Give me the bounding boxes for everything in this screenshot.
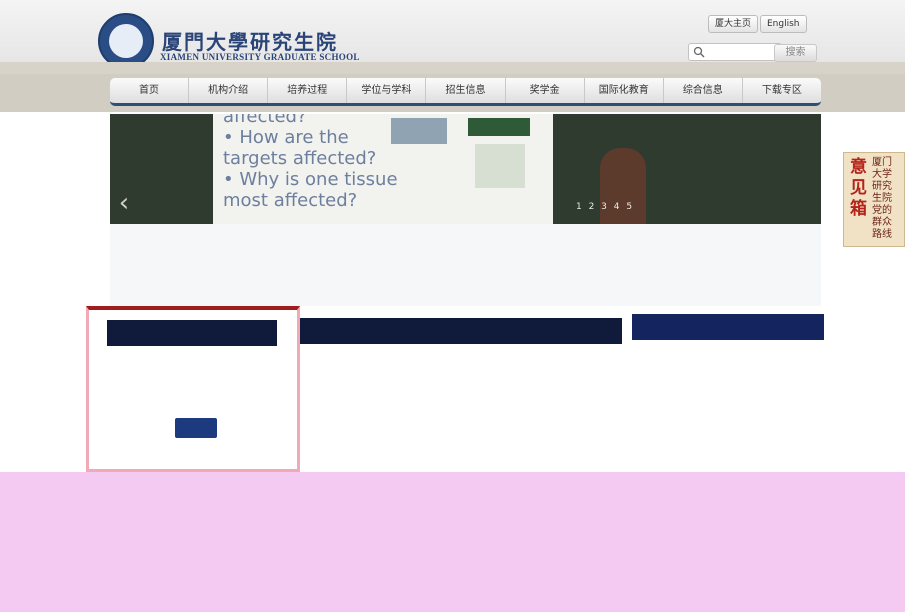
presenter-photo [600,148,646,224]
slide-line: • How are the [223,127,349,148]
footer-inner [40,480,860,604]
login-button[interactable] [175,418,217,438]
nav-item-about[interactable]: 机构介绍 [189,78,269,103]
banner-slideshow[interactable]: affected? • How are the targets affected… [110,114,821,224]
banner-slide-screen: affected? • How are the targets affected… [213,114,553,224]
slide-image [468,118,530,136]
banner-slide-text: affected? • How are the targets affected… [223,114,398,211]
site-header: 厦門大學研究生院 XIAMEN UNIVERSITY GRADUATE SCHO… [0,0,905,69]
slide-line: targets affected? [223,148,377,169]
login-panel-title [107,320,277,346]
xmu-home-link[interactable]: 厦大主页 [708,15,759,33]
section-heading-bar [110,224,821,306]
nav-item-downloads[interactable]: 下载专区 [743,78,821,103]
news-panel [300,312,622,472]
slide-line: • Why is one tissue [223,169,398,190]
english-link[interactable]: English [760,15,807,33]
nav-item-international[interactable]: 国际化教育 [585,78,664,103]
notice-panel [632,314,824,472]
nav-item-general-info[interactable]: 综合信息 [664,78,743,103]
nav-item-home[interactable]: 首页 [110,78,190,103]
slide-line: most affected? [223,190,358,211]
search-button[interactable]: 搜索 [774,44,817,62]
nav-item-scholarship[interactable]: 奖学金 [506,78,585,103]
logo-title-chinese[interactable]: 厦門大學研究生院 [162,26,338,55]
header-divider [0,62,905,74]
feedback-box-button[interactable]: 意见箱 厦门大学研究生院党的群众路线 [843,152,905,247]
prev-slide-arrow-icon[interactable]: ‹ [114,186,134,220]
main-nav: 首页 机构介绍 培养过程 学位与学科 招生信息 奖学金 国际化教育 综合信息 下… [110,78,821,106]
notice-panel-title [632,314,824,340]
logo-title-english[interactable]: XIAMEN UNIVERSITY GRADUATE SCHOOL [160,52,360,62]
university-seal-logo[interactable] [98,13,154,69]
feedback-title: 意见箱 [850,157,867,219]
slide-image [391,118,447,144]
nav-item-training[interactable]: 培养过程 [268,78,348,103]
nav-item-admissions[interactable]: 招生信息 [426,78,506,103]
feedback-subtitle: 厦门大学研究生院党的群众路线 [872,157,892,240]
search-icon [693,46,705,58]
slide-pagination[interactable]: 1 2 3 4 5 [576,202,634,212]
slide-line: affected? [223,114,307,127]
slide-image [475,144,525,188]
search-input[interactable] [688,43,782,61]
login-panel [86,306,300,472]
nav-item-degrees[interactable]: 学位与学科 [347,78,427,103]
news-panel-title [300,318,622,344]
footer-links-area [0,472,905,612]
